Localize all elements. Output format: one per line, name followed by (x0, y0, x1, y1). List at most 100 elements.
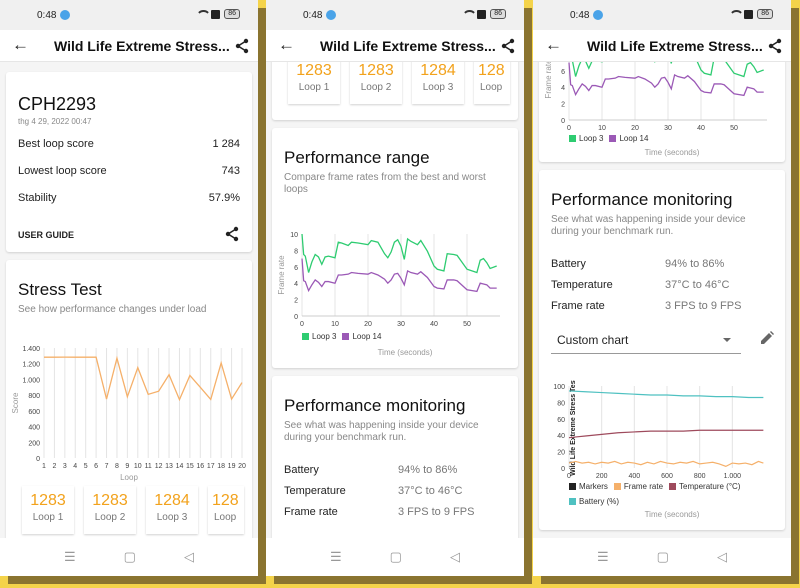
loop-score: 1284 (420, 62, 456, 79)
y-tick-label: 100 (553, 384, 565, 391)
y-tick-label: 1.000 (22, 377, 40, 384)
x-tick-label: 12 (155, 463, 163, 470)
share-icon[interactable] (500, 38, 516, 54)
battery-indicator: 86 (224, 9, 240, 19)
x-tick-label: 10 (331, 321, 339, 328)
legend-item-loop3: Loop 3 (569, 134, 603, 143)
frame-rate-value: 3 FPS to 9 FPS (398, 506, 475, 518)
summary-card: CPH2293 thg 4 29, 2022 00:47 Best loop s… (6, 72, 252, 252)
x-tick-label: 4 (73, 463, 77, 470)
performance-monitoring-title: Performance monitoring (551, 190, 733, 209)
menu-icon[interactable]: ☰ (597, 549, 609, 565)
globe-icon (593, 10, 603, 20)
back-icon[interactable]: ◁ (717, 549, 727, 565)
legend-item-loop14: Loop 14 (342, 332, 381, 341)
back-icon[interactable]: ◁ (184, 549, 194, 565)
loop-tile[interactable]: 1283 Loop 1 (288, 62, 340, 104)
app-bar: ← Wild Life Extreme Stress... (0, 30, 258, 62)
loop-label: Loop 1 (32, 512, 64, 523)
user-guide-link[interactable]: USER GUIDE (18, 230, 74, 240)
loop-score: 1283 (92, 492, 128, 509)
share-icon[interactable] (767, 38, 783, 54)
chart-legend: Loop 3 Loop 14 (569, 134, 648, 143)
home-icon[interactable]: ▢ (390, 549, 402, 565)
x-axis-title: Loop (120, 473, 138, 482)
x-tick-label: 400 (628, 473, 640, 480)
globe-icon (326, 10, 336, 20)
performance-monitoring-card: Performance monitoring See what was happ… (272, 376, 518, 538)
dropdown-caret-icon (723, 338, 731, 342)
loop-score: 128 (212, 492, 239, 509)
x-tick-label: 800 (694, 473, 706, 480)
chart-type-select[interactable]: Custom chart (551, 326, 741, 354)
performance-range-title: Performance range (284, 148, 430, 167)
performance-monitoring-subtitle: See what was happening inside your devic… (551, 214, 746, 237)
performance-monitoring-title: Performance monitoring (284, 396, 466, 415)
y-tick-label: 80 (557, 400, 565, 407)
loop-score: 1283 (358, 62, 394, 79)
frame-rate-label: Frame rate (551, 300, 605, 312)
temperature-value: 37°C to 46°C (665, 279, 730, 291)
x-tick-label: 200 (596, 473, 608, 480)
x-tick-label: 18 (217, 463, 225, 470)
x-tick-label: 0 (300, 321, 304, 328)
menu-icon[interactable]: ☰ (64, 549, 76, 565)
y-tick-label: 200 (28, 440, 40, 447)
series-line-frame-rate (568, 460, 764, 468)
y-tick-label: 20 (557, 450, 565, 457)
home-icon[interactable]: ▢ (124, 549, 136, 565)
loop-score: 128 (478, 62, 505, 79)
loop-tile[interactable]: 128 Loop (474, 62, 510, 104)
x-tick-label: 10 (134, 463, 142, 470)
status-time: 0:48 (570, 10, 590, 21)
back-arrow-icon[interactable]: ← (12, 35, 29, 55)
x-tick-label: 0 (567, 125, 571, 132)
x-tick-label: 17 (207, 463, 215, 470)
x-tick-label: 1 (42, 463, 46, 470)
y-tick-label: 1.400 (22, 346, 40, 353)
chart-type-value: Custom chart (557, 333, 629, 347)
x-tick-label: 1.000 (724, 473, 742, 480)
y-tick-label: 2 (294, 298, 298, 305)
performance-monitoring-card: Performance monitoring See what was happ… (539, 170, 785, 530)
stability-label: Stability (18, 192, 57, 204)
x-tick-label: 11 (145, 463, 152, 470)
x-tick-label: 15 (186, 463, 194, 470)
battery-label: Battery (284, 464, 319, 476)
menu-icon[interactable]: ☰ (330, 549, 342, 565)
x-tick-label: 16 (196, 463, 204, 470)
y-tick-label: 6 (561, 69, 565, 76)
loop-label: Loop (480, 82, 503, 93)
loop-tile[interactable]: 1283 Loop 2 (350, 62, 402, 104)
legend-item-battery: Battery (%) (569, 497, 619, 506)
edit-pencil-icon[interactable] (759, 330, 775, 346)
battery-label: Battery (551, 258, 586, 270)
battery-indicator: 86 (757, 9, 773, 19)
share-icon[interactable] (234, 38, 250, 54)
best-loop-value: 1 284 (212, 138, 240, 150)
back-arrow-icon[interactable]: ← (278, 35, 295, 55)
wifi-icon (196, 9, 212, 19)
y-tick-label: 60 (557, 417, 565, 424)
y-tick-label: 0 (561, 118, 565, 125)
loop-tile[interactable]: 1283 Loop 1 (22, 486, 74, 534)
loop-score: 1283 (30, 492, 66, 509)
share-icon[interactable] (224, 226, 240, 242)
loop-tile[interactable]: 1283 Loop 2 (84, 486, 136, 534)
home-icon[interactable]: ▢ (657, 549, 669, 565)
status-bar: 0:48 86 (0, 0, 258, 30)
y-tick-label: 400 (28, 425, 40, 432)
page-title: Wild Life Extreme Stress... (587, 38, 763, 54)
back-icon[interactable]: ◁ (450, 549, 460, 565)
sim-icon (211, 9, 221, 19)
phone-screen-2: 0:48 86 ← Wild Life Extreme Stress... 12… (266, 0, 524, 576)
legend-item-frame-rate: Frame rate (613, 482, 663, 491)
stress-test-subtitle: See how performance changes under load (18, 304, 207, 315)
y-axis-title: Frame rate (277, 255, 286, 295)
back-arrow-icon[interactable]: ← (545, 35, 562, 55)
loop-tile[interactable]: 128 Loop (208, 486, 244, 534)
loop-tile[interactable]: 1284 Loop 3 (146, 486, 198, 534)
loop-label: Loop (214, 512, 237, 523)
x-tick-label: 40 (430, 321, 438, 328)
loop-tile[interactable]: 1284 Loop 3 (412, 62, 464, 104)
